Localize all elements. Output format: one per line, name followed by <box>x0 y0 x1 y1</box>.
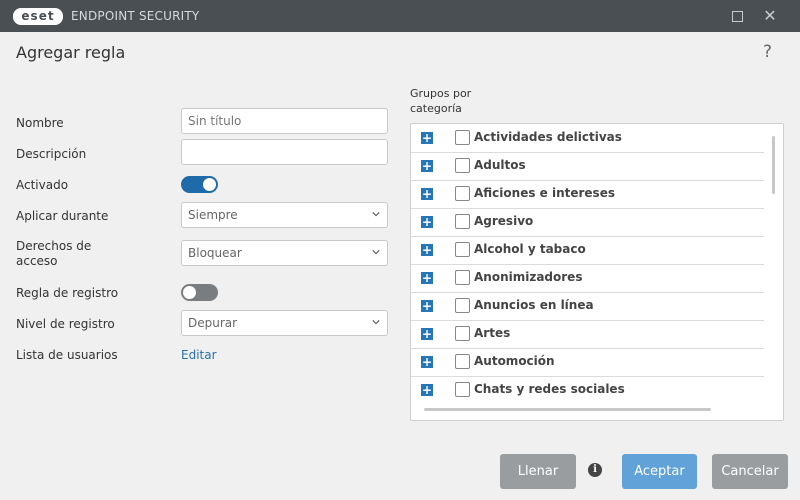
name-label: Nombre <box>16 116 64 130</box>
list-item[interactable]: + Actividades delictivas <box>411 124 764 153</box>
list-item[interactable]: + Adultos <box>411 152 764 181</box>
dialog-title: Agregar regla <box>16 43 126 62</box>
edit-user-list-link[interactable]: Editar <box>181 348 217 362</box>
expand-icon[interactable]: + <box>421 272 433 284</box>
description-field[interactable] <box>181 139 388 165</box>
info-icon[interactable]: i <box>588 463 602 477</box>
list-item[interactable]: + Automoción <box>411 348 764 377</box>
category-label: Chats y redes sociales <box>474 382 625 396</box>
description-input[interactable] <box>188 145 378 159</box>
apply-during-label: Aplicar durante <box>16 209 109 223</box>
horizontal-scrollbar[interactable] <box>424 408 711 411</box>
category-list[interactable]: + Actividades delictivas + Adultos + Afi… <box>410 123 784 421</box>
access-rights-value: Bloquear <box>188 246 242 260</box>
category-checkbox[interactable] <box>455 130 470 145</box>
category-checkbox[interactable] <box>455 158 470 173</box>
expand-icon[interactable]: + <box>421 160 433 172</box>
groups-label: Grupos por categoría <box>410 87 472 115</box>
category-checkbox[interactable] <box>455 214 470 229</box>
category-checkbox[interactable] <box>455 382 470 397</box>
expand-icon[interactable]: + <box>421 244 433 256</box>
category-label: Actividades delictivas <box>474 130 622 144</box>
category-checkbox[interactable] <box>455 354 470 369</box>
help-icon[interactable]: ? <box>763 42 772 62</box>
log-level-label: Nivel de registro <box>16 317 115 331</box>
user-list-label: Lista de usuarios <box>16 348 118 362</box>
toggle-knob <box>203 178 216 191</box>
expand-icon[interactable]: + <box>421 356 433 368</box>
access-rights-select[interactable]: Bloquear <box>181 240 388 266</box>
log-level-value: Depurar <box>188 316 238 330</box>
list-item[interactable]: + Anuncios en línea <box>411 292 764 321</box>
access-rights-label: Derechos de acceso <box>16 239 92 268</box>
list-item[interactable]: + Alcohol y tabaco <box>411 236 764 265</box>
vertical-scrollbar[interactable] <box>772 136 775 194</box>
name-field[interactable] <box>181 108 388 134</box>
expand-icon[interactable]: + <box>421 132 433 144</box>
expand-icon[interactable]: + <box>421 188 433 200</box>
category-checkbox[interactable] <box>455 298 470 313</box>
list-item[interactable]: + Artes <box>411 320 764 349</box>
chevron-down-icon <box>372 212 380 217</box>
expand-icon[interactable]: + <box>421 384 433 396</box>
fill-button[interactable]: Llenar <box>500 454 576 489</box>
category-label: Alcohol y tabaco <box>474 242 586 256</box>
ok-button[interactable]: Aceptar <box>622 454 697 489</box>
category-label: Artes <box>474 326 511 340</box>
category-label: Automoción <box>474 354 555 368</box>
category-label: Agresivo <box>474 214 534 228</box>
eset-logo: eset <box>13 8 63 25</box>
log-rule-label: Regla de registro <box>16 286 119 300</box>
apply-during-select[interactable]: Siempre <box>181 202 388 228</box>
category-label: Anonimizadores <box>474 270 583 284</box>
expand-icon[interactable]: + <box>421 328 433 340</box>
app-title: ENDPOINT SECURITY <box>71 9 200 23</box>
description-label: Descripción <box>16 147 87 161</box>
enabled-label: Activado <box>16 178 69 192</box>
maximize-icon[interactable] <box>727 6 747 26</box>
close-icon[interactable]: ✕ <box>760 6 780 26</box>
category-label: Aficiones e intereses <box>474 186 615 200</box>
category-checkbox[interactable] <box>455 270 470 285</box>
apply-during-value: Siempre <box>188 208 238 222</box>
chevron-down-icon <box>372 250 380 255</box>
log-rule-toggle[interactable] <box>181 284 218 301</box>
list-item[interactable]: + Aficiones e intereses <box>411 180 764 209</box>
expand-icon[interactable]: + <box>421 216 433 228</box>
enabled-toggle[interactable] <box>181 176 218 193</box>
chevron-down-icon <box>372 320 380 325</box>
title-bar: eset ENDPOINT SECURITY ✕ <box>0 0 800 32</box>
name-input[interactable] <box>188 114 378 128</box>
category-checkbox[interactable] <box>455 326 470 341</box>
expand-icon[interactable]: + <box>421 300 433 312</box>
category-label: Adultos <box>474 158 526 172</box>
list-item[interactable]: + Anonimizadores <box>411 264 764 293</box>
category-checkbox[interactable] <box>455 242 470 257</box>
cancel-button[interactable]: Cancelar <box>712 454 788 489</box>
list-item[interactable]: + Chats y redes sociales <box>411 376 764 404</box>
log-level-select[interactable]: Depurar <box>181 310 388 336</box>
category-checkbox[interactable] <box>455 186 470 201</box>
toggle-knob <box>183 286 196 299</box>
list-item[interactable]: + Agresivo <box>411 208 764 237</box>
category-label: Anuncios en línea <box>474 298 594 312</box>
